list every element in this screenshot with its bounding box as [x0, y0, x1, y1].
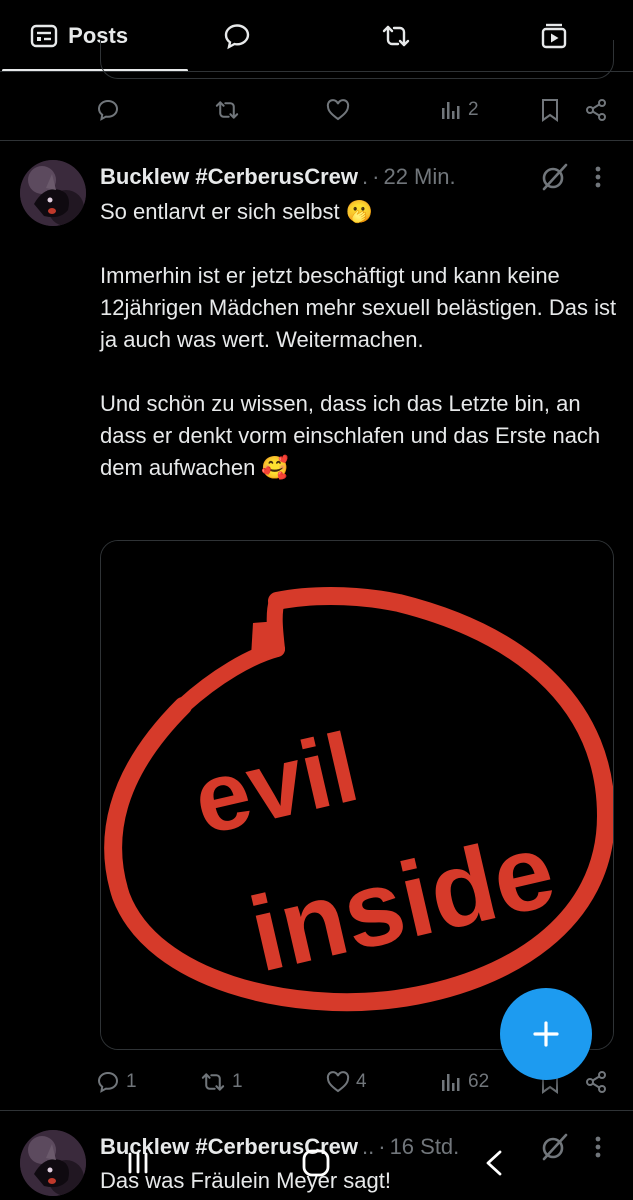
share-icon	[584, 1070, 608, 1094]
reply-icon	[96, 98, 120, 122]
recent-apps-button[interactable]	[108, 1138, 168, 1188]
more-dots-icon	[595, 166, 601, 188]
bookmark-icon	[540, 98, 560, 122]
posts-list-icon	[30, 24, 58, 48]
reply-button[interactable]	[96, 90, 126, 130]
share-icon	[584, 98, 608, 122]
reply-icon	[96, 1070, 120, 1094]
post-paragraph: Und schön zu wissen, dass ich das Letzte…	[100, 391, 601, 480]
previous-post-media-card[interactable]	[100, 40, 614, 79]
views-chart-icon	[440, 99, 462, 121]
like-button[interactable]	[326, 90, 356, 130]
divider	[0, 1110, 633, 1111]
back-icon	[482, 1149, 506, 1177]
android-navigation-bar	[0, 1128, 633, 1200]
divider	[0, 140, 633, 141]
repost-button[interactable]	[214, 90, 246, 130]
repost-button[interactable]: 1	[200, 1062, 243, 1102]
share-button[interactable]	[584, 1062, 608, 1102]
post-paragraph: Immerhin ist er jetzt beschäftigt und ka…	[100, 263, 617, 352]
grok-icon	[539, 162, 569, 192]
more-options-button[interactable]	[580, 157, 616, 197]
repost-count: 1	[232, 1071, 243, 1092]
views-count: 62	[468, 1071, 490, 1092]
share-button[interactable]	[584, 90, 608, 130]
post-header: Bucklew #CerberusCrew . · 22 Min.	[100, 160, 456, 194]
heart-icon	[326, 99, 350, 121]
bookmark-button[interactable]	[540, 90, 560, 130]
views-chart-icon	[440, 1071, 462, 1093]
post-paragraph: So entlarvt er sich selbst 🫢	[100, 199, 374, 224]
post-time[interactable]: 22 Min.	[383, 164, 455, 190]
home-icon	[301, 1148, 331, 1178]
reply-count: 1	[126, 1071, 137, 1092]
views-button[interactable]: 2	[440, 90, 479, 130]
repost-icon	[214, 99, 240, 121]
views-count: 2	[468, 99, 479, 120]
avatar[interactable]	[20, 160, 86, 226]
reply-button[interactable]: 1	[96, 1062, 137, 1102]
grok-button[interactable]	[534, 157, 574, 197]
home-button[interactable]	[286, 1138, 346, 1188]
back-button[interactable]	[464, 1138, 524, 1188]
previous-post-actions: 2	[96, 90, 621, 130]
repost-icon	[200, 1071, 226, 1093]
post-image[interactable]: evil inside	[100, 540, 614, 1050]
evil-inside-logo-image: evil inside	[101, 541, 613, 1049]
views-button[interactable]: 62	[440, 1062, 489, 1102]
author-name[interactable]: Bucklew #CerberusCrew	[100, 164, 358, 190]
heart-icon	[326, 1071, 350, 1093]
recent-apps-icon	[125, 1150, 151, 1176]
like-count: 4	[356, 1071, 367, 1092]
compose-button[interactable]	[500, 988, 592, 1080]
meta-separator: ·	[372, 164, 380, 189]
post-text: So entlarvt er sich selbst 🫢 Immerhin is…	[100, 196, 620, 484]
like-button[interactable]: 4	[326, 1062, 367, 1102]
name-truncation: .	[362, 164, 369, 189]
compose-plus-icon	[531, 1019, 561, 1049]
